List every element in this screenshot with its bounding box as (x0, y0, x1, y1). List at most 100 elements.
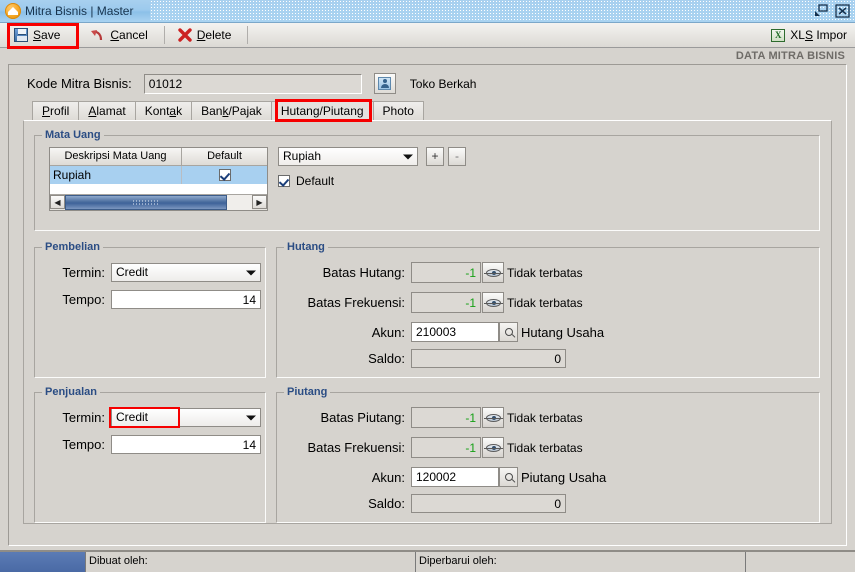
tab-bank-pajak[interactable]: Bank/Pajak (191, 101, 272, 120)
row-default-checkbox[interactable] (218, 169, 231, 181)
default-checkbox-row[interactable]: Default (278, 174, 334, 188)
mata-uang-combo[interactable]: Rupiah (278, 147, 418, 166)
tab-photo[interactable]: Photo (372, 101, 424, 120)
chevron-down-icon (403, 154, 413, 159)
excel-icon: X (771, 28, 786, 42)
unlimited-icon (483, 413, 503, 422)
pembelian-termin-row: Termin: Credit (43, 263, 261, 282)
hutang-batas-unlimited-button[interactable] (482, 262, 504, 283)
column-header-deskripsi: Deskripsi Mata Uang (50, 148, 182, 165)
delete-button-label: Delete (196, 28, 232, 42)
scrollbar-thumb[interactable] (65, 195, 227, 210)
status-bar: Dibuat oleh: Diperbarui oleh: (0, 550, 855, 572)
close-icon[interactable] (835, 4, 850, 18)
partner-name: Toko Berkah (409, 76, 477, 91)
add-mata-uang-button[interactable]: + (426, 147, 444, 166)
cell-deskripsi: Rupiah (50, 166, 182, 184)
status-updated-label: Diperbarui oleh: (419, 555, 497, 567)
penjualan-tempo-row: Tempo: (43, 435, 261, 454)
hutang-frekuensi-label: Batas Frekuensi: (307, 295, 405, 310)
piutang-akun-input[interactable] (411, 467, 499, 487)
mata-uang-combo-value: Rupiah (283, 149, 322, 163)
piutang-akun-name: Piutang Usaha (521, 469, 607, 485)
kode-label: Kode Mitra Bisnis: (27, 76, 132, 91)
tab-hutang-piutang[interactable]: Hutang/Piutang (270, 101, 374, 120)
chevron-down-icon (246, 270, 256, 275)
remove-mata-uang-button[interactable]: - (448, 147, 466, 166)
piutang-batas-note: Tidak terbatas (507, 410, 583, 425)
pembelian-tempo-input[interactable] (111, 290, 261, 309)
xls-impor-label: XLS Impor (790, 28, 847, 42)
hutang-saldo-row: Saldo: (287, 349, 566, 368)
status-created-label: Dibuat oleh: (89, 555, 148, 567)
piutang-akun-row: Akun: Piutang Usaha (287, 467, 606, 487)
piutang-frekuensi-row: Batas Frekuensi: Tidak terbatas (287, 437, 583, 458)
status-updated-by: Diperbarui oleh: (416, 552, 746, 572)
restore-icon[interactable] (814, 4, 829, 18)
cancel-button[interactable]: Cancel (84, 25, 156, 46)
group-penjualan-legend: Penjualan (42, 386, 100, 398)
tab-profil[interactable]: Profil (32, 101, 80, 120)
penjualan-termin-value: Credit (116, 410, 149, 424)
group-piutang: Piutang Batas Piutang: Tidak terbatas Ba… (276, 386, 820, 523)
hutang-batas-label: Batas Hutang: (322, 265, 405, 280)
search-icon (502, 471, 515, 483)
save-button[interactable]: Save (8, 25, 69, 46)
unlimited-icon (483, 268, 503, 277)
penjualan-termin-label: Termin: (62, 410, 105, 425)
hutang-akun-name: Hutang Usaha (521, 324, 605, 340)
piutang-frekuensi-unlimited-button[interactable] (482, 437, 504, 458)
pembelian-termin-label: Termin: (62, 265, 105, 280)
piutang-akun-lookup-button[interactable] (499, 467, 518, 487)
search-icon (502, 326, 515, 338)
hutang-frekuensi-unlimited-button[interactable] (482, 292, 504, 313)
penjualan-tempo-label: Tempo: (62, 437, 105, 452)
scroll-right-icon[interactable]: ▶ (252, 195, 267, 209)
table-row[interactable]: Rupiah (50, 166, 267, 184)
pembelian-termin-combo[interactable]: Credit (111, 263, 261, 282)
penjualan-termin-row: Termin: Credit (43, 408, 261, 427)
kode-input[interactable] (143, 73, 362, 94)
group-mata-uang: Mata Uang Deskripsi Mata Uang Default Ru… (34, 129, 820, 231)
hutang-frekuensi-note: Tidak terbatas (507, 295, 583, 310)
piutang-saldo-row: Saldo: (287, 494, 566, 513)
group-hutang-legend: Hutang (284, 241, 328, 253)
penjualan-tempo-input[interactable] (111, 435, 261, 454)
scrollbar-track[interactable] (65, 195, 252, 210)
group-pembelian-legend: Pembelian (42, 241, 104, 253)
piutang-akun-label: Akun: (371, 469, 405, 485)
toolbar-separator-2 (163, 26, 165, 44)
contact-card-button[interactable] (373, 73, 396, 94)
table-horizontal-scrollbar[interactable]: ◀ ▶ (50, 194, 267, 210)
tab-kontak[interactable]: Kontak (134, 101, 193, 120)
delete-button[interactable]: Delete (172, 25, 241, 46)
piutang-saldo-input (411, 494, 566, 513)
penjualan-termin-combo[interactable]: Credit (111, 408, 261, 427)
default-checkbox[interactable] (278, 175, 290, 187)
hutang-akun-input[interactable] (411, 322, 499, 342)
piutang-frekuensi-input[interactable] (411, 437, 481, 458)
toolbar-separator-1 (76, 26, 78, 44)
scroll-left-icon[interactable]: ◀ (50, 195, 65, 209)
main-panel: Kode Mitra Bisnis: Toko Berkah Profil Al… (8, 64, 847, 546)
cancel-button-label: Cancel (110, 28, 148, 42)
mata-uang-table: Deskripsi Mata Uang Default Rupiah ◀ ▶ (49, 147, 268, 211)
table-header-row: Deskripsi Mata Uang Default (50, 148, 267, 166)
xls-impor-button[interactable]: X XLS Impor (765, 25, 855, 46)
main-toolbar: Save Cancel Delete X XLS Impor (0, 23, 855, 49)
hutang-batas-input[interactable] (411, 262, 481, 283)
group-piutang-legend: Piutang (284, 386, 331, 398)
hutang-batas-note: Tidak terbatas (507, 265, 583, 280)
piutang-frekuensi-label: Batas Frekuensi: (307, 440, 405, 455)
piutang-batas-input[interactable] (411, 407, 481, 428)
cell-default[interactable] (182, 166, 267, 184)
piutang-batas-unlimited-button[interactable] (482, 407, 504, 428)
red-x-icon (178, 28, 192, 42)
tab-bar: Profil Alamat Kontak Bank/Pajak Hutang/P… (32, 99, 846, 122)
tab-alamat[interactable]: Alamat (78, 101, 136, 120)
status-created-by: Dibuat oleh: (86, 552, 416, 572)
kode-row: Kode Mitra Bisnis: Toko Berkah (9, 65, 846, 94)
hutang-frekuensi-input[interactable] (411, 292, 481, 313)
pembelian-termin-value: Credit (116, 265, 149, 279)
hutang-akun-lookup-button[interactable] (499, 322, 518, 342)
